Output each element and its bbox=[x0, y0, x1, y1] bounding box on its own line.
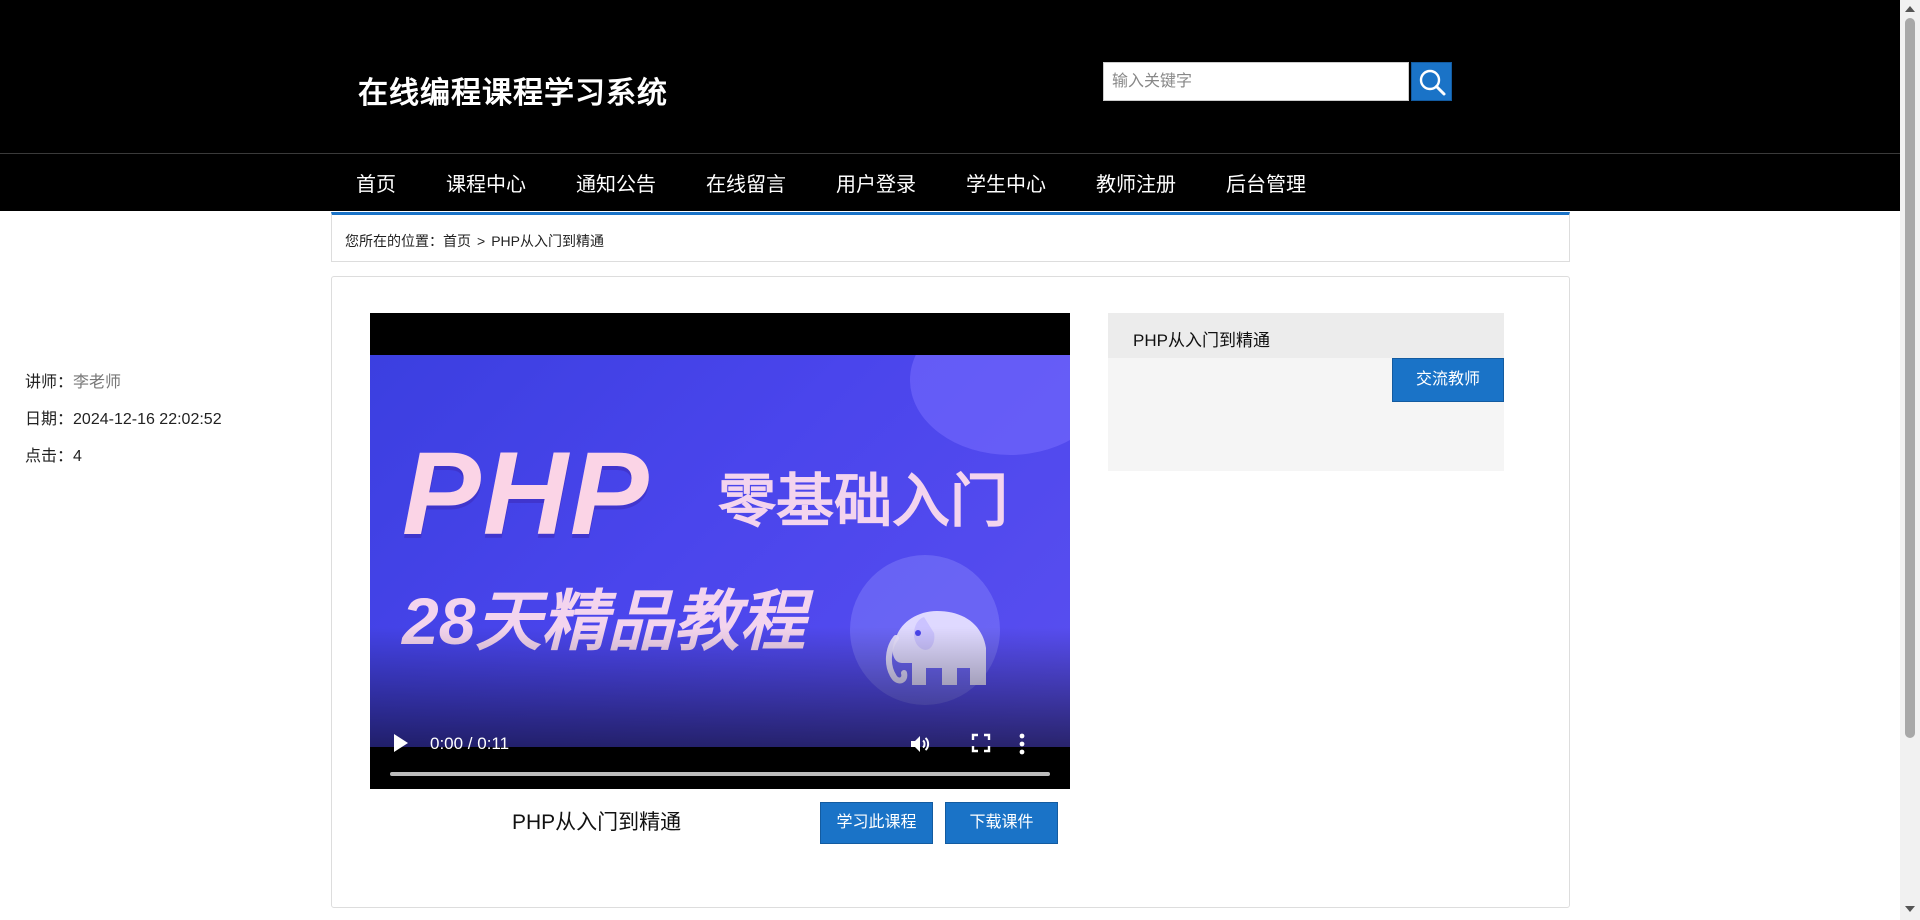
date-value: 2024-12-16 22:02:52 bbox=[73, 411, 222, 428]
nav-item-home[interactable]: 首页 bbox=[356, 168, 396, 197]
clicks-value: 4 bbox=[73, 448, 82, 465]
poster-decoration bbox=[910, 355, 1070, 455]
breadcrumb-separator: > bbox=[477, 233, 486, 249]
search-box bbox=[1103, 62, 1409, 101]
teacher-label: 讲师： bbox=[25, 374, 74, 391]
course-clicks-row: 点击：4 bbox=[25, 442, 82, 466]
breadcrumb-prefix: 您所在的位置： bbox=[345, 233, 443, 249]
poster-title-latin: PHP bbox=[402, 428, 651, 560]
teacher-value: 李老师 bbox=[73, 374, 122, 391]
search-input[interactable] bbox=[1104, 63, 1408, 100]
video-time: 0:00 / 0:11 bbox=[430, 734, 510, 753]
main-nav: 首页 课程中心 通知公告 在线留言 用户登录 学生中心 教师注册 后台管理 bbox=[0, 153, 1900, 211]
site-header: 在线编程课程学习系统 bbox=[0, 0, 1900, 153]
play-icon[interactable] bbox=[392, 733, 410, 753]
poster-title-cn: 零基础入门 bbox=[718, 469, 1009, 534]
study-course-button[interactable]: 学习此课程 bbox=[820, 802, 933, 844]
site-title: 在线编程课程学习系统 bbox=[358, 77, 668, 110]
breadcrumb-home-link[interactable]: 首页 bbox=[443, 233, 471, 249]
video-player[interactable]: PHP 零基础入门 28天精品教程 0:00 / 0:11 bbox=[370, 313, 1070, 789]
nav-item-courses[interactable]: 课程中心 bbox=[446, 168, 526, 197]
video-controls: 0:00 / 0:11 bbox=[370, 703, 1070, 789]
nav-item-notices[interactable]: 通知公告 bbox=[576, 168, 656, 197]
video-poster: PHP 零基础入门 28天精品教程 bbox=[370, 355, 1070, 747]
scroll-thumb[interactable] bbox=[1905, 18, 1915, 738]
search-button[interactable] bbox=[1411, 62, 1452, 101]
clicks-label: 点击： bbox=[25, 448, 74, 465]
scroll-down-arrow-icon[interactable] bbox=[1905, 906, 1915, 912]
contact-teacher-button[interactable]: 交流教师 bbox=[1392, 358, 1504, 402]
breadcrumb-current: PHP从入门到精通 bbox=[491, 233, 604, 249]
date-label: 日期： bbox=[25, 411, 74, 428]
course-date-row: 日期：2024-12-16 22:02:52 bbox=[25, 405, 222, 429]
nav-item-admin[interactable]: 后台管理 bbox=[1226, 168, 1306, 197]
nav-item-teacher-register[interactable]: 教师注册 bbox=[1096, 168, 1176, 197]
breadcrumb-text: 您所在的位置：首页 > PHP从入门到精通 bbox=[345, 231, 604, 251]
breadcrumb: 您所在的位置：首页 > PHP从入门到精通 bbox=[331, 212, 1570, 262]
search-icon bbox=[1419, 69, 1446, 96]
video-progress-bar[interactable] bbox=[390, 772, 1050, 776]
course-info-title: PHP从入门到精通 bbox=[1133, 331, 1270, 350]
video-caption: PHP从入门到精通 bbox=[512, 811, 682, 834]
course-info-header: PHP从入门到精通 bbox=[1108, 313, 1504, 358]
page-scrollbar[interactable] bbox=[1900, 0, 1920, 920]
more-options-icon[interactable] bbox=[1016, 732, 1028, 756]
course-teacher-row: 讲师：李老师 bbox=[25, 368, 121, 392]
nav-item-login[interactable]: 用户登录 bbox=[836, 168, 916, 197]
scroll-up-arrow-icon[interactable] bbox=[1905, 6, 1915, 12]
volume-icon[interactable] bbox=[908, 732, 932, 756]
download-courseware-button[interactable]: 下载课件 bbox=[945, 802, 1058, 844]
nav-item-student-center[interactable]: 学生中心 bbox=[966, 168, 1046, 197]
fullscreen-icon[interactable] bbox=[970, 732, 992, 754]
nav-item-messages[interactable]: 在线留言 bbox=[706, 168, 786, 197]
